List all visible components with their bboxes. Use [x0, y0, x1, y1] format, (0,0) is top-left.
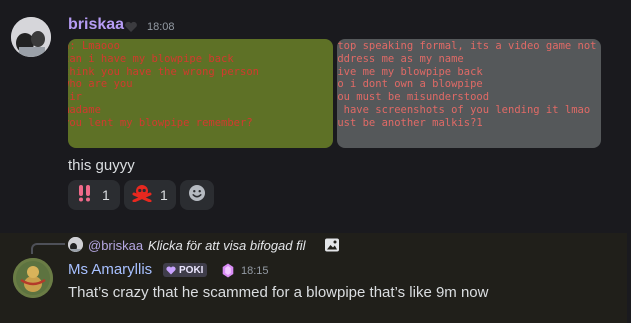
- heart-icon: [166, 265, 176, 274]
- chat-line: can i have my blowpipe back: [68, 52, 234, 65]
- guild-tag-text: POKI: [179, 264, 204, 276]
- author-name-ms-amaryllis[interactable]: Ms Amaryllis: [68, 261, 152, 278]
- chat-line: address me as my name: [337, 52, 464, 65]
- guild-tag-badge[interactable]: POKI: [163, 263, 208, 277]
- author-name-briskaa[interactable]: briskaa: [68, 16, 124, 34]
- chat-line: you lent my blowpipe remember?: [68, 116, 253, 129]
- reaction-count: 1: [102, 187, 110, 203]
- add-reaction-icon: [188, 184, 206, 207]
- chat-line: give me my blowpipe back: [337, 65, 483, 78]
- chat-line: think you have the wrong person: [68, 65, 259, 78]
- chat-line: so i dont own a blowpipe: [337, 78, 483, 91]
- highlight-edge: [627, 233, 631, 323]
- chat-line: who are you: [68, 78, 133, 91]
- message-text: this guyyy: [68, 157, 135, 174]
- chat-line: madame: [68, 103, 101, 116]
- reply-author-avatar[interactable]: [68, 237, 83, 252]
- reaction-double-exclamation[interactable]: 1: [68, 180, 120, 210]
- chat-line: i have screenshots of you lending it lma…: [337, 103, 591, 116]
- gem-icon: [222, 263, 234, 283]
- message-timestamp: 18:15: [241, 265, 269, 277]
- briskaa-avatar[interactable]: [11, 17, 51, 57]
- chat-line: stop speaking formal, its a video game n…: [337, 40, 601, 52]
- chat-line: sir: [68, 91, 82, 104]
- reaction-skull-crossbones[interactable]: 1: [124, 180, 176, 210]
- double-exclamation-icon: [76, 184, 94, 207]
- reply-connector: [31, 243, 65, 254]
- heart-icon: [124, 20, 138, 38]
- chat-line: you must be misunderstood: [337, 91, 490, 104]
- ms-amaryllis-avatar[interactable]: [13, 258, 53, 298]
- reaction-count: 1: [160, 187, 168, 203]
- reply-mention[interactable]: @briskaa: [88, 238, 143, 253]
- skull-crossbones-icon: [132, 184, 152, 207]
- message-timestamp: 18:08: [147, 21, 175, 33]
- chat-line: must be another malkis?1: [337, 116, 483, 129]
- message-text: That’s crazy that he scammed for a blowp…: [68, 284, 489, 301]
- attached-screenshot-left[interactable]: n: Lmaooo can i have my blowpipe back th…: [68, 39, 333, 148]
- reply-preview-text[interactable]: Klicka för att visa bifogad fil: [148, 238, 306, 253]
- add-reaction-button[interactable]: [180, 180, 214, 210]
- attached-screenshot-right[interactable]: stop speaking formal, its a video game n…: [337, 39, 601, 148]
- chat-line: n: Lmaooo: [68, 40, 120, 52]
- image-icon: [324, 237, 340, 258]
